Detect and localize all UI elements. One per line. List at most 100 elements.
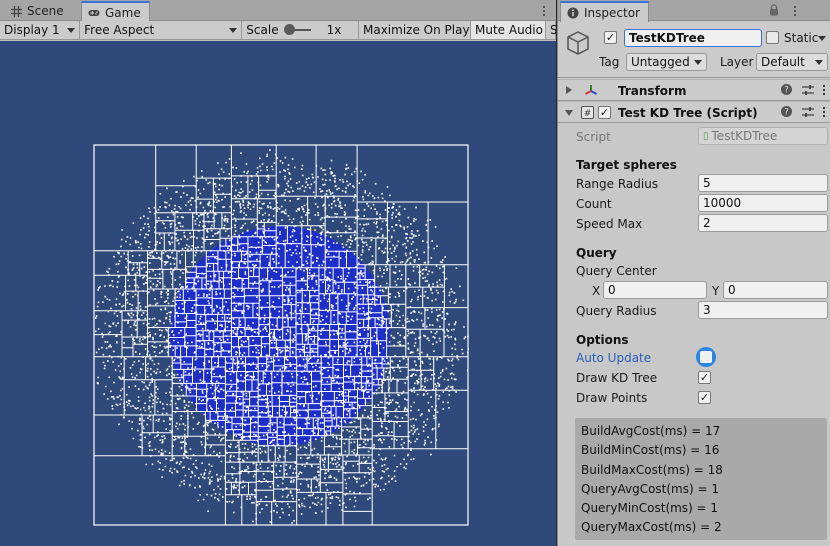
scale-label: Scale <box>246 23 279 37</box>
transform-component-header[interactable]: Transform ? <box>558 79 830 101</box>
transform-icon <box>584 84 598 101</box>
gamepad-icon <box>88 7 100 19</box>
gameobject-active-checkbox[interactable]: ✓ <box>604 31 617 44</box>
chevron-down-icon <box>818 35 826 41</box>
query-radius-input[interactable]: 3 <box>698 301 828 319</box>
component-menu-icon[interactable] <box>822 84 826 95</box>
stat-line: BuildAvgCost(ms) = 17 <box>581 424 721 438</box>
kd-tree-visualization <box>93 144 470 526</box>
display-dropdown-value: Display 1 <box>4 23 60 37</box>
chevron-down-icon <box>229 27 238 33</box>
layer-label: Layer <box>720 55 754 69</box>
game-panel-menu-icon[interactable] <box>537 4 551 18</box>
script-hash-icon: # <box>581 106 594 122</box>
game-viewport[interactable] <box>0 41 556 546</box>
inspector-menu-icon[interactable] <box>788 4 802 18</box>
gameobject-cube-icon <box>565 30 591 56</box>
query-center-y-label: Y <box>712 284 720 298</box>
query-radius-value: 3 <box>703 303 711 317</box>
game-tabbar: Scene Game <box>0 0 556 22</box>
maximize-on-play-label: Maximize On Play <box>363 23 470 37</box>
svg-text:#: # <box>584 109 592 119</box>
target-spheres-header: Target spheres <box>576 158 677 172</box>
scale-control: Scale 1x <box>242 21 359 39</box>
gameobject-header: ✓ TestKDTree Static Tag Untagged Layer D… <box>558 22 830 78</box>
query-center-x-input[interactable]: 0 <box>603 281 707 299</box>
query-center-x-value: 0 <box>608 283 616 297</box>
script-field-label: Script <box>576 130 611 144</box>
script-enabled-checkbox[interactable]: ✓ <box>598 106 611 119</box>
speed-max-value: 2 <box>703 216 711 230</box>
speed-max-label: Speed Max <box>576 217 643 231</box>
stat-line: QueryAvgCost(ms) = 1 <box>581 481 719 496</box>
maximize-on-play-toggle[interactable]: Maximize On Play <box>359 21 471 39</box>
options-header: Options <box>576 333 629 347</box>
count-label: Count <box>576 197 612 211</box>
fold-arrow-icon[interactable] <box>566 86 572 94</box>
query-center-x-label: X <box>592 284 601 298</box>
chevron-down-icon <box>694 59 702 65</box>
help-icon[interactable]: ? <box>780 105 793 118</box>
stats-info-box: BuildAvgCost(ms) = 17 BuildMinCost(ms) =… <box>575 418 827 540</box>
static-checkbox[interactable] <box>766 31 779 44</box>
mute-audio-toggle[interactable]: Mute Audio <box>471 21 546 39</box>
scale-slider-handle[interactable] <box>283 24 295 35</box>
draw-kd-tree-checkbox[interactable]: ✓ <box>698 371 711 384</box>
lock-icon[interactable] <box>769 4 779 16</box>
query-center-y-value: 0 <box>728 283 736 297</box>
query-header: Query <box>576 246 617 260</box>
script-object-value: TestKDTree <box>711 129 778 143</box>
script-component-header[interactable]: # ✓ Test KD Tree (Script) ? <box>558 101 830 123</box>
transform-title: Transform <box>618 84 687 98</box>
query-radius-label: Query Radius <box>576 304 657 318</box>
svg-text:?: ? <box>784 86 789 96</box>
auto-update-checkbox-box <box>700 351 712 363</box>
stat-line: BuildMinCost(ms) = 16 <box>581 443 720 458</box>
tab-game[interactable]: Game <box>81 1 150 22</box>
help-icon[interactable]: ? <box>780 83 793 96</box>
chevron-down-icon <box>67 27 76 33</box>
aspect-dropdown-value: Free Aspect <box>84 23 155 37</box>
tag-label: Tag <box>599 55 620 69</box>
fold-arrow-icon[interactable] <box>565 110 573 116</box>
count-value: 10000 <box>703 196 742 210</box>
mute-audio-label: Mute Audio <box>475 23 543 37</box>
tab-inspector[interactable]: Inspector <box>560 1 649 22</box>
preset-sliders-icon[interactable] <box>801 83 814 96</box>
tab-game-label: Game <box>105 5 141 20</box>
draw-points-checkbox[interactable]: ✓ <box>698 391 711 404</box>
tag-value: Untagged <box>631 55 690 69</box>
speed-max-input[interactable]: 2 <box>698 214 828 232</box>
count-input[interactable]: 10000 <box>698 194 828 212</box>
query-center-label: Query Center <box>576 264 657 278</box>
stat-line: QueryMaxCost(ms) = 2 <box>581 520 722 535</box>
scale-slider[interactable] <box>283 24 311 35</box>
script-component-title: Test KD Tree (Script) <box>618 106 758 120</box>
aspect-dropdown[interactable]: Free Aspect <box>80 21 243 39</box>
static-dropdown[interactable] <box>814 29 830 47</box>
range-radius-label: Range Radius <box>576 177 659 191</box>
stats-toggle[interactable]: S <box>546 21 556 39</box>
range-radius-value: 5 <box>703 176 711 190</box>
component-menu-icon[interactable] <box>822 106 826 117</box>
stat-line: BuildMaxCost(ms) = 18 <box>581 462 723 477</box>
layer-dropdown[interactable]: Default <box>756 53 828 71</box>
tab-scene[interactable]: Scene <box>4 1 72 21</box>
tag-dropdown[interactable]: Untagged <box>626 53 707 71</box>
preset-sliders-icon[interactable] <box>801 105 814 118</box>
gameobject-name-field[interactable]: TestKDTree <box>624 29 762 47</box>
display-dropdown[interactable]: Display 1 <box>0 21 81 39</box>
chevron-down-icon <box>815 59 823 65</box>
tab-scene-label: Scene <box>27 4 64 18</box>
range-radius-input[interactable]: 5 <box>698 174 828 192</box>
stat-line: QueryMinCost(ms) = 1 <box>581 501 719 516</box>
layer-value: Default <box>761 55 805 69</box>
inspector-tabbar: Inspector <box>558 0 830 22</box>
auto-update-checkbox[interactable] <box>696 347 716 367</box>
query-center-y-input[interactable]: 0 <box>723 281 828 299</box>
draw-kd-tree-label: Draw KD Tree <box>576 371 658 385</box>
script-object-field: ▯ TestKDTree <box>698 127 828 145</box>
game-panel: Scene Game Display 1 Free Aspect Scale 1… <box>0 0 556 546</box>
info-icon <box>567 7 579 19</box>
stats-toggle-label: S <box>550 23 556 37</box>
